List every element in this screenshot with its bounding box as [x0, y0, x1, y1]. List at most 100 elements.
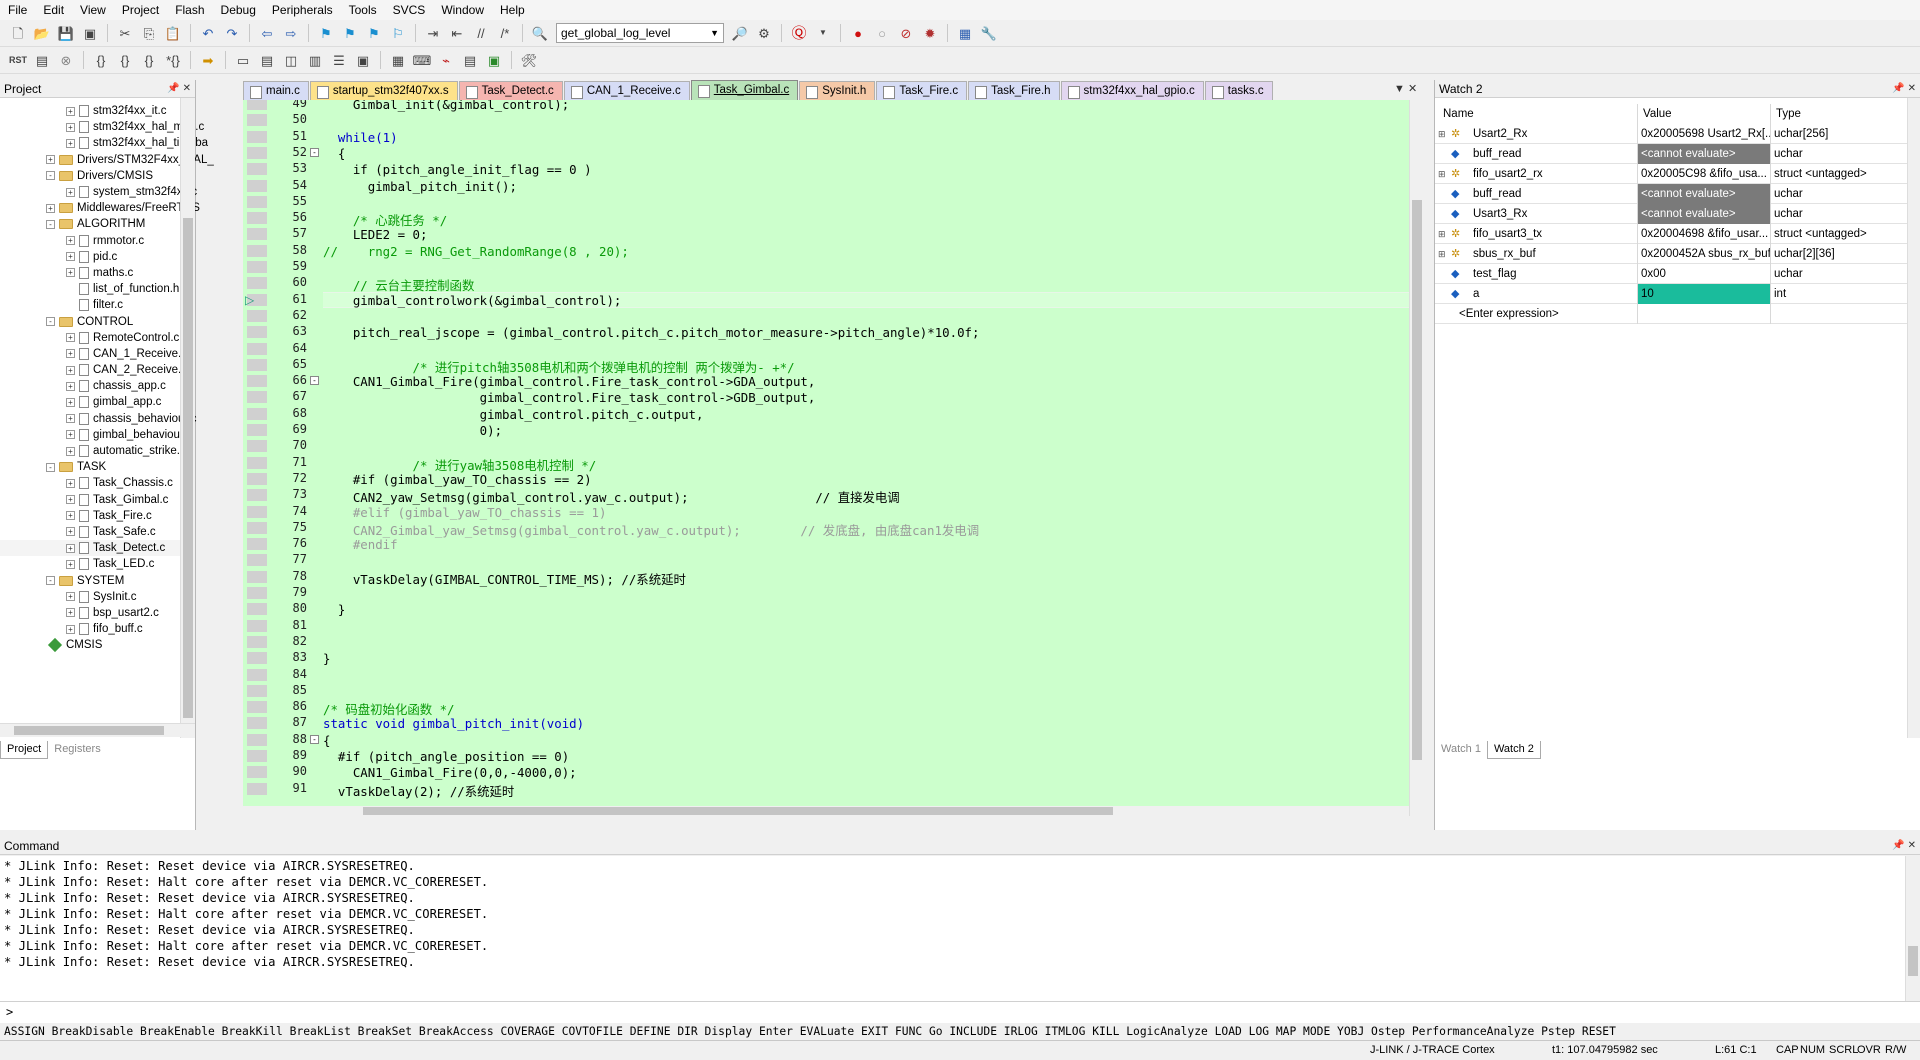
command-scrollbar[interactable]	[1905, 856, 1920, 1001]
editor-hscrollbar[interactable]	[243, 806, 1423, 816]
paste-icon[interactable]: 📋	[163, 23, 183, 43]
step-into-icon[interactable]: {}	[91, 50, 111, 70]
tree-item[interactable]: + chassis_app.c	[0, 378, 180, 394]
expand-icon[interactable]: +	[66, 430, 75, 440]
bookmark-next-icon[interactable]: ⚑	[364, 23, 384, 43]
collapse-icon[interactable]: -	[46, 171, 55, 181]
menu-help[interactable]: Help	[492, 0, 533, 20]
watch-row[interactable]: ⊞ ✲ sbus_rx_buf 0x2000452A sbus_rx_buf uchar…	[1435, 244, 1907, 264]
tree-item[interactable]: + RemoteControl.c	[0, 330, 180, 346]
uncomment-icon[interactable]: /*	[495, 23, 515, 43]
tab-can-1-receive-c[interactable]: CAN_1_Receive.c	[563, 81, 690, 100]
tab-project[interactable]: Project	[0, 741, 49, 759]
tree-item[interactable]: + Task_Gimbal.c	[0, 492, 180, 508]
expand-icon[interactable]: +	[66, 381, 75, 391]
tree-item[interactable]: + maths.c	[0, 265, 180, 281]
tab-task-detect-c[interactable]: Task_Detect.c	[458, 81, 563, 100]
pin-icon[interactable]: 📌	[167, 83, 179, 94]
undo-icon[interactable]: ↶	[198, 23, 218, 43]
serial-window-icon[interactable]: ⌨	[412, 50, 432, 70]
expand-icon[interactable]: +	[66, 122, 75, 132]
configure-icon[interactable]: 🔧	[979, 23, 999, 43]
analysis-window-icon[interactable]: ⌁	[436, 50, 456, 70]
breakpoint-manage-icon[interactable]: ✹	[920, 23, 940, 43]
bookmark-clear-icon[interactable]: ⚐	[388, 23, 408, 43]
expand-icon[interactable]: ⊞	[1438, 244, 1448, 264]
breakpoint-disable-icon[interactable]: ○	[872, 23, 892, 43]
watch-col-type[interactable]: Type	[1771, 104, 1907, 124]
window-layout-icon[interactable]: ▦	[955, 23, 975, 43]
bookmark-icon[interactable]: ⚑	[316, 23, 336, 43]
function-combo[interactable]: get_global_log_level ▼	[556, 23, 724, 43]
collapse-icon[interactable]: -	[46, 462, 55, 472]
tree-item[interactable]: + Task_Chassis.c	[0, 475, 180, 491]
nav-forward-icon[interactable]: ⇨	[281, 23, 301, 43]
tree-item[interactable]: + stm32f4xx_hal_timeba	[0, 135, 208, 151]
bookmark-prev-icon[interactable]: ⚑	[340, 23, 360, 43]
cut-icon[interactable]: ✂	[115, 23, 135, 43]
expand-icon[interactable]: +	[66, 527, 75, 537]
tab-watch-2[interactable]: Watch 2	[1486, 741, 1541, 759]
expand-icon[interactable]: +	[66, 236, 75, 246]
tab-main-c[interactable]: main.c	[243, 81, 309, 100]
debug-session-icon[interactable]: Ⓠ	[789, 23, 809, 43]
comment-icon[interactable]: //	[471, 23, 491, 43]
tab-task-fire-c[interactable]: Task_Fire.c	[876, 81, 968, 100]
watch-col-name[interactable]: Name	[1435, 104, 1638, 124]
trace-window-icon[interactable]: ▤	[460, 50, 480, 70]
expand-icon[interactable]: +	[66, 268, 75, 278]
project-scroll-thumb[interactable]	[183, 218, 193, 718]
expand-icon[interactable]: +	[66, 543, 75, 553]
memory-window-icon[interactable]: ▦	[388, 50, 408, 70]
redo-icon[interactable]: ↷	[222, 23, 242, 43]
tree-item[interactable]: - ALGORITHM	[0, 216, 180, 232]
tab-task-gimbal-c[interactable]: Task_Gimbal.c	[690, 80, 799, 100]
tab-sysinit-h[interactable]: SysInit.h	[799, 81, 876, 100]
watch-row[interactable]: ◆ Usart3_Rx <cannot evaluate> uchar	[1435, 204, 1907, 224]
fold-icon[interactable]: -	[310, 376, 319, 386]
enter-expression[interactable]: <Enter expression>	[1435, 304, 1638, 324]
tree-item[interactable]: + automatic_strike.c	[0, 443, 186, 459]
tab-startup-stm32f407xx-s[interactable]: startup_stm32f407xx.s	[309, 81, 458, 100]
symbols-window-icon[interactable]: ◫	[281, 50, 301, 70]
project-hscrollbar[interactable]	[0, 723, 195, 737]
show-next-statement-icon[interactable]: ➡	[198, 50, 218, 70]
expand-icon[interactable]: +	[66, 478, 75, 488]
expand-icon[interactable]: ⊞	[1438, 224, 1448, 244]
registers-window-icon[interactable]: ▥	[305, 50, 325, 70]
tab-tasks-c[interactable]: tasks.c	[1204, 81, 1273, 100]
tree-item[interactable]: list_of_function.h	[0, 281, 180, 297]
expand-icon[interactable]: ⊞	[1438, 124, 1448, 144]
editor-hscroll-thumb[interactable]	[363, 807, 1113, 815]
watch-value[interactable]: 0x20005698 Usart2_Rx[...	[1638, 124, 1771, 144]
editor-vscrollbar[interactable]	[1409, 100, 1423, 816]
tree-item[interactable]: + bsp_usart2.c	[0, 605, 180, 621]
menu-peripherals[interactable]: Peripherals	[264, 0, 341, 20]
tree-item[interactable]: + Task_Detect.c	[0, 540, 180, 557]
save-all-icon[interactable]: ▣	[80, 23, 100, 43]
watch-row[interactable]: ◆ a 10 int	[1435, 284, 1907, 304]
close-icon[interactable]: ✕	[1908, 83, 1916, 94]
expand-icon[interactable]: +	[66, 397, 75, 407]
command-input[interactable]: >	[0, 1001, 1920, 1023]
expand-icon[interactable]: +	[66, 495, 75, 505]
breakpoint-kill-icon[interactable]: ⊘	[896, 23, 916, 43]
expand-icon[interactable]: +	[46, 155, 55, 165]
tree-item[interactable]: + stm32f4xx_it.c	[0, 103, 180, 119]
tree-item[interactable]: + CAN_1_Receive.c	[0, 346, 187, 362]
watch-value[interactable]: 10	[1638, 284, 1771, 304]
step-over-icon[interactable]: {}	[115, 50, 135, 70]
reset-cpu-icon[interactable]: RST	[8, 50, 28, 70]
unindent-icon[interactable]: ⇤	[447, 23, 467, 43]
tree-item[interactable]: + Task_LED.c	[0, 556, 180, 572]
expand-icon[interactable]: +	[66, 365, 75, 375]
system-viewer-icon[interactable]: ▣	[484, 50, 504, 70]
expand-icon[interactable]: +	[66, 446, 75, 456]
fold-icon[interactable]: -	[310, 147, 319, 157]
watch-row[interactable]: ◆ buff_read <cannot evaluate> uchar	[1435, 144, 1907, 164]
menu-window[interactable]: Window	[433, 0, 492, 20]
close-tab-icon[interactable]: ✕	[1408, 83, 1417, 95]
new-file-icon[interactable]: 🗋	[8, 23, 28, 43]
tree-item[interactable]: - Drivers/CMSIS	[0, 168, 180, 184]
tree-item[interactable]: + Task_Fire.c	[0, 508, 180, 524]
